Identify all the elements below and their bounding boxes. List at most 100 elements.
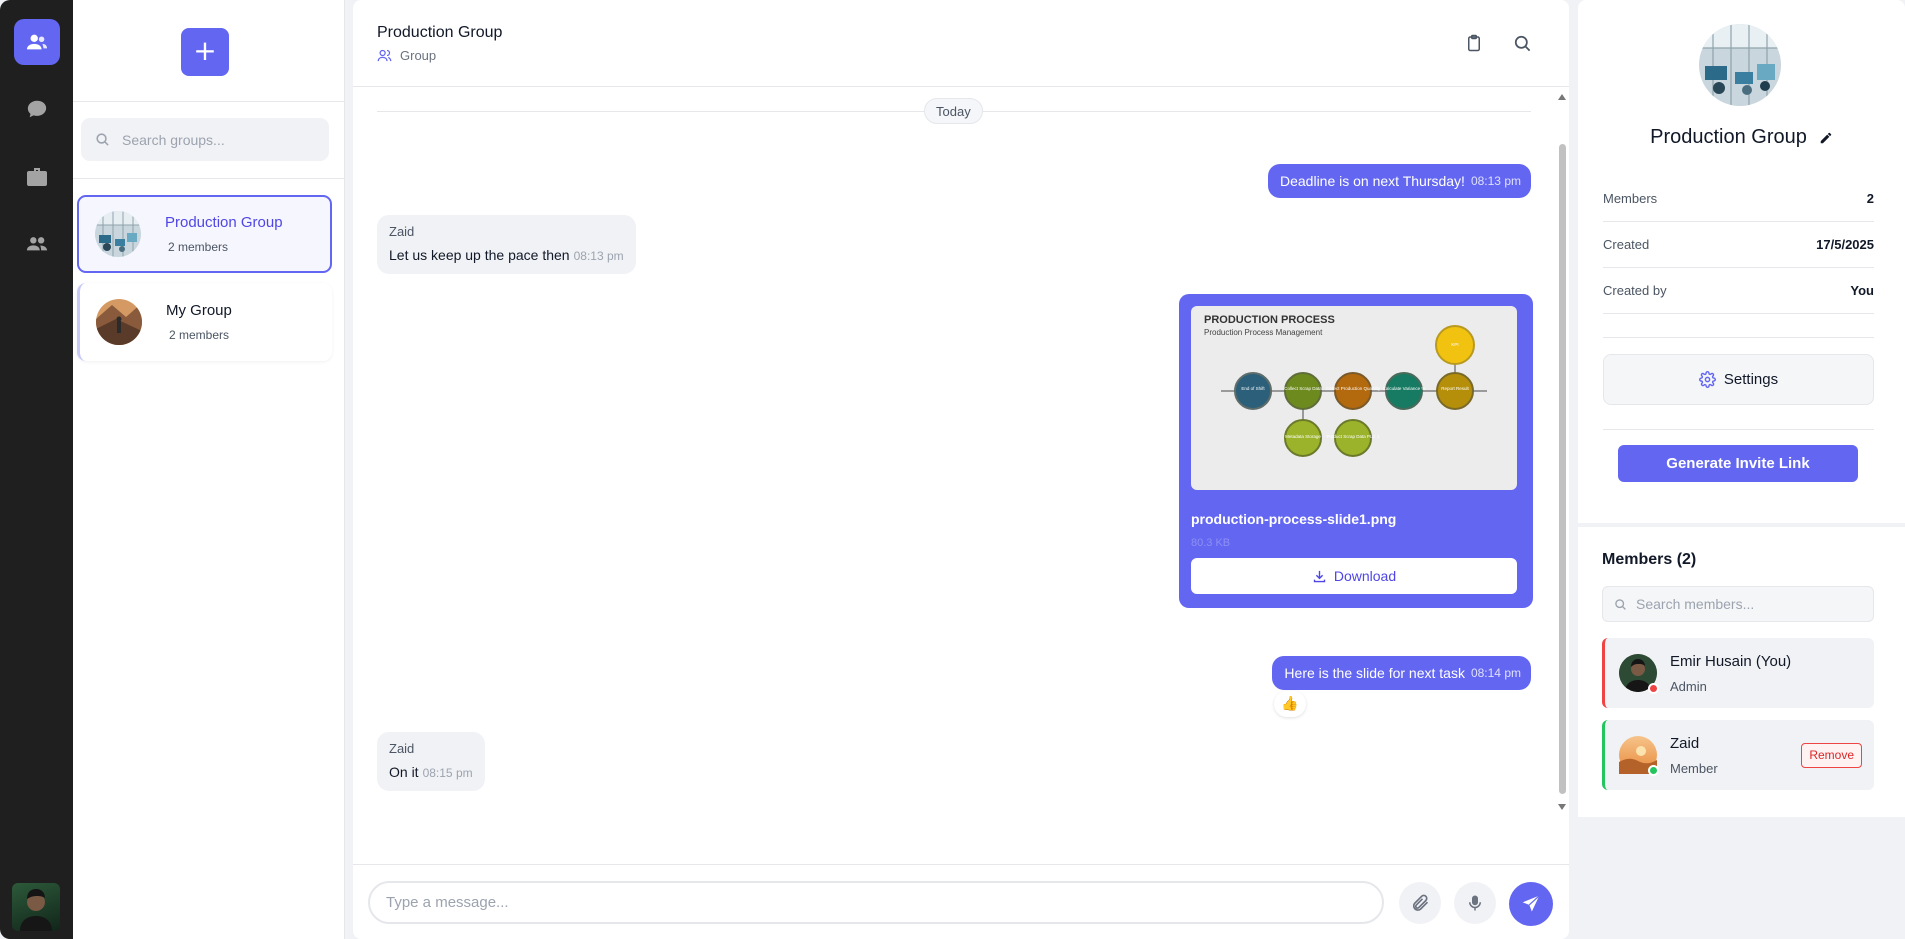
nav-rail bbox=[0, 0, 73, 939]
message-time: 08:14 pm bbox=[1470, 666, 1521, 680]
member-role: Member bbox=[1670, 760, 1718, 776]
detail-value: 2 bbox=[1866, 191, 1874, 206]
status-dot bbox=[1648, 765, 1659, 776]
detail-row-created-by: Created by You bbox=[1603, 268, 1874, 314]
file-size: 80.3 KB bbox=[1191, 537, 1231, 549]
download-button[interactable]: Download bbox=[1191, 558, 1517, 594]
message-composer bbox=[353, 864, 1569, 939]
send-icon bbox=[1522, 895, 1540, 912]
clipboard-button[interactable] bbox=[1463, 32, 1485, 54]
nav-work-button[interactable] bbox=[14, 154, 60, 200]
day-separator: Today bbox=[924, 98, 983, 124]
send-button[interactable] bbox=[1509, 882, 1553, 926]
group-info-panel: Production Group Members 2 Created 17/5/… bbox=[1577, 0, 1905, 939]
search-messages-button[interactable] bbox=[1511, 32, 1533, 54]
nav-chats-button[interactable] bbox=[14, 86, 60, 132]
download-icon bbox=[1313, 570, 1326, 582]
group-info-avatar[interactable] bbox=[1699, 24, 1781, 106]
pencil-icon[interactable] bbox=[1819, 131, 1833, 145]
settings-label: Settings bbox=[1723, 371, 1779, 388]
detail-value: You bbox=[1850, 283, 1874, 298]
group-avatar bbox=[96, 299, 142, 345]
divider bbox=[1603, 429, 1874, 430]
detail-row-members: Members 2 bbox=[1603, 176, 1874, 222]
member-role: Admin bbox=[1670, 678, 1707, 694]
group-item-my-group[interactable]: My Group 2 members bbox=[77, 283, 332, 361]
message-outgoing[interactable]: Deadline is on next Thursday! 08:13 pm bbox=[1267, 164, 1531, 198]
group-info-card: Production Group Members 2 Created 17/5/… bbox=[1578, 0, 1905, 523]
scroll-up-arrow[interactable] bbox=[1558, 94, 1566, 100]
node-label: Metadata Storage bbox=[1285, 434, 1321, 439]
file-preview-image[interactable]: PRODUCTION PROCESS Production Process Ma… bbox=[1191, 306, 1517, 490]
member-card[interactable]: Emir Husain (You) Admin bbox=[1602, 638, 1874, 708]
node-label: End of Shift bbox=[1241, 386, 1265, 391]
voice-button[interactable] bbox=[1454, 882, 1496, 924]
node-label: Collect Production Quantity bbox=[1326, 386, 1381, 391]
detail-key: Created bbox=[1603, 237, 1650, 252]
message-sender: Zaid bbox=[389, 741, 415, 756]
avatar bbox=[1619, 654, 1659, 694]
member-search-input[interactable] bbox=[1636, 596, 1856, 612]
node-label: Collect Scrap Data bbox=[1284, 386, 1322, 391]
file-name: production-process-slide1.png bbox=[1191, 511, 1397, 527]
node-label: Report Result bbox=[1441, 386, 1469, 391]
message-reaction[interactable]: 👍 bbox=[1274, 691, 1306, 717]
message-text: Deadline is on next Thursday! bbox=[1279, 173, 1465, 189]
process-diagram: End of Shift Collect Scrap Data Collect … bbox=[1221, 325, 1487, 457]
messages-scrollbar[interactable] bbox=[1557, 92, 1567, 810]
nav-contacts-button[interactable] bbox=[14, 221, 60, 267]
group-info-title: Production Group bbox=[1578, 126, 1905, 149]
member-search[interactable] bbox=[1602, 586, 1874, 622]
message-input[interactable] bbox=[368, 881, 1384, 924]
remove-member-button[interactable]: Remove bbox=[1801, 743, 1862, 768]
node-label: KPI bbox=[1451, 342, 1458, 347]
group-item-production-group[interactable]: Production Group 2 members bbox=[77, 195, 332, 273]
generate-invite-link-button[interactable]: Generate Invite Link bbox=[1618, 445, 1858, 482]
group-member-count: 2 members bbox=[168, 240, 229, 254]
node-label: Product Scrap Data PLC 1 bbox=[1326, 434, 1380, 439]
add-group-button[interactable]: + bbox=[181, 28, 229, 76]
message-incoming[interactable]: Zaid Let us keep up the pace then 08:13 p… bbox=[377, 215, 636, 274]
detail-key: Created by bbox=[1603, 283, 1667, 298]
group-name: Production Group bbox=[165, 214, 283, 231]
chat-panel: Production Group Group Today Deadline is… bbox=[353, 0, 1569, 939]
group-avatar bbox=[95, 211, 141, 257]
message-outgoing[interactable]: Here is the slide for next task 08:14 pm bbox=[1272, 656, 1531, 690]
search-icon bbox=[1514, 35, 1530, 51]
chat-title: Production Group bbox=[377, 24, 503, 41]
gear-icon bbox=[1698, 371, 1716, 388]
attach-button[interactable] bbox=[1399, 882, 1441, 924]
users-icon bbox=[26, 34, 48, 50]
users-icon bbox=[377, 49, 392, 62]
group-search-input[interactable] bbox=[122, 131, 312, 148]
message-time: 08:15 pm bbox=[422, 766, 473, 780]
file-message[interactable]: PRODUCTION PROCESS Production Process Ma… bbox=[1179, 294, 1533, 608]
paperclip-icon bbox=[1412, 894, 1429, 911]
message-incoming[interactable]: Zaid On it 08:15 pm bbox=[377, 732, 485, 791]
detail-value: 17/5/2025 bbox=[1816, 237, 1874, 252]
member-card[interactable]: Zaid Member Remove bbox=[1602, 720, 1874, 790]
nav-groups-button[interactable] bbox=[14, 19, 60, 65]
scroll-down-arrow[interactable] bbox=[1558, 804, 1566, 810]
message-sender: Zaid bbox=[389, 224, 415, 239]
node-label: Calculate Variance % bbox=[1383, 386, 1426, 391]
message-time: 08:13 pm bbox=[1470, 174, 1521, 188]
member-name: Emir Husain (You) bbox=[1670, 652, 1792, 670]
contacts-icon bbox=[26, 237, 48, 251]
settings-button[interactable]: Settings bbox=[1603, 354, 1874, 405]
scroll-thumb[interactable] bbox=[1559, 144, 1566, 794]
status-dot bbox=[1648, 683, 1659, 694]
members-title: Members (2) bbox=[1602, 551, 1697, 568]
briefcase-icon bbox=[27, 168, 47, 186]
search-icon bbox=[1615, 598, 1626, 610]
user-avatar[interactable] bbox=[12, 883, 60, 931]
detail-key: Members bbox=[1603, 191, 1658, 206]
chat-type-label: Group bbox=[400, 48, 437, 63]
group-search[interactable] bbox=[81, 118, 329, 161]
microphone-icon bbox=[1469, 895, 1481, 911]
chat-bubble-icon bbox=[27, 100, 47, 118]
divider bbox=[73, 101, 344, 102]
members-section: Members (2) Emir Husain (You) Admin Zaid… bbox=[1578, 527, 1905, 817]
message-text: Let us keep up the pace then bbox=[389, 247, 570, 263]
message-time: 08:13 pm bbox=[573, 249, 624, 263]
